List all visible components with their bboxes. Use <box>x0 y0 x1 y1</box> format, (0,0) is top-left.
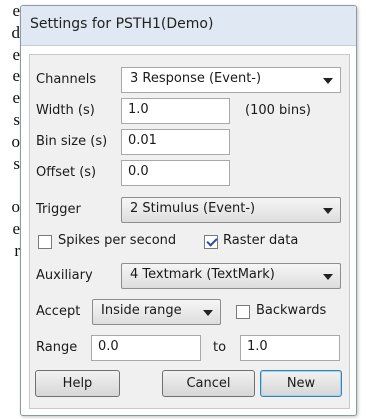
settings-dialog: Settings for PSTH1(Demo) Channels 3 Resp… <box>20 5 357 416</box>
spikes-checkbox-box[interactable] <box>38 235 52 249</box>
binsize-input[interactable]: 0.01 <box>121 129 230 155</box>
raster-label: Raster data <box>223 233 299 248</box>
auxiliary-select[interactable]: 4 Textmark (TextMark) <box>121 263 341 289</box>
accept-select[interactable]: Inside range <box>92 299 221 325</box>
raster-checkbox-box[interactable] <box>204 235 218 249</box>
accept-value: Inside range <box>101 303 182 318</box>
offset-value: 0.0 <box>128 164 149 179</box>
offset-input[interactable]: 0.0 <box>121 160 230 186</box>
backwards-label: Backwards <box>256 303 327 318</box>
width-label: Width (s) <box>36 103 95 118</box>
channels-label: Channels <box>36 72 97 87</box>
range-to-input[interactable]: 1.0 <box>240 335 340 361</box>
settings-panel: Channels 3 Response (Event-) Width (s) 1… <box>29 54 350 409</box>
range-label: Range <box>36 340 78 355</box>
range-from-value: 0.0 <box>98 339 119 354</box>
chevron-down-icon <box>323 274 333 280</box>
binsize-label: Bin size (s) <box>36 134 108 149</box>
range-from-input[interactable]: 0.0 <box>91 335 201 361</box>
channels-value: 3 Response (Event-) <box>130 71 262 86</box>
chevron-down-icon <box>203 310 213 316</box>
background-document-text: e d e e e s o s o e r <box>11 1 21 260</box>
range-to-value: 1.0 <box>247 339 268 354</box>
dialog-titlebar[interactable]: Settings for PSTH1(Demo) <box>21 6 356 46</box>
cancel-button[interactable]: Cancel <box>162 370 255 397</box>
trigger-select[interactable]: 2 Stimulus (Event-) <box>121 197 341 223</box>
help-button[interactable]: Help <box>35 370 120 397</box>
binsize-value: 0.01 <box>128 133 157 148</box>
width-input[interactable]: 1.0 <box>121 98 230 124</box>
channels-select[interactable]: 3 Response (Event-) <box>121 67 341 93</box>
offset-label: Offset (s) <box>36 165 97 180</box>
chevron-down-icon <box>323 208 333 214</box>
backwards-checkbox-box[interactable] <box>236 305 250 319</box>
spikes-label: Spikes per second <box>58 233 177 248</box>
dialog-title: Settings for PSTH1(Demo) <box>30 16 214 32</box>
range-to-label: to <box>213 340 227 355</box>
trigger-label: Trigger <box>36 202 81 217</box>
auxiliary-label: Auxiliary <box>36 268 93 283</box>
width-bins-text: (100 bins) <box>245 103 311 118</box>
accept-label: Accept <box>36 304 81 319</box>
auxiliary-value: 4 Textmark (TextMark) <box>130 267 275 282</box>
new-button[interactable]: New <box>260 370 342 397</box>
width-value: 1.0 <box>128 102 149 117</box>
chevron-down-icon <box>323 78 333 84</box>
trigger-value: 2 Stimulus (Event-) <box>130 201 256 216</box>
